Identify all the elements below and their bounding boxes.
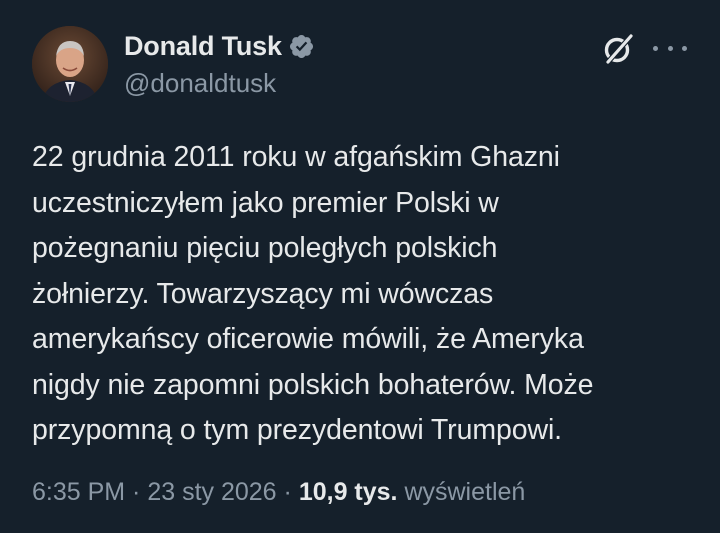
meta-separator: ·: [276, 478, 299, 506]
author-block: Donald Tusk @donaldtusk: [124, 28, 315, 99]
author-display-name[interactable]: Donald Tusk: [124, 31, 282, 62]
tweet-card: Donald Tusk @donaldtusk 22 grudnia 2011 …: [0, 0, 720, 533]
avatar[interactable]: [32, 26, 108, 102]
verified-badge-icon[interactable]: [288, 33, 315, 60]
more-dot-icon: [653, 45, 658, 51]
tweet-text: 22 grudnia 2011 roku w afgańskim Ghazni …: [32, 141, 594, 446]
tweet-time[interactable]: 6:35 PM: [32, 478, 125, 506]
more-dot-icon: [682, 45, 687, 51]
more-horizontal-icon[interactable]: [653, 33, 687, 63]
meta-separator: ·: [125, 478, 148, 506]
more-dot-icon: [667, 45, 673, 51]
author-handle[interactable]: @donaldtusk: [124, 68, 315, 99]
views-count: 10,9 tys.: [298, 478, 398, 506]
views-label: wyświetleń: [404, 478, 526, 506]
name-row: Donald Tusk: [124, 28, 315, 64]
tweet-meta: 6:35 PM · 23 sty 2026 · 10,9 tys. wyświe…: [32, 478, 525, 507]
tweet-date[interactable]: 23 sty 2026: [147, 478, 276, 506]
grok-icon[interactable]: [602, 32, 636, 66]
avatar-image: [32, 26, 108, 102]
